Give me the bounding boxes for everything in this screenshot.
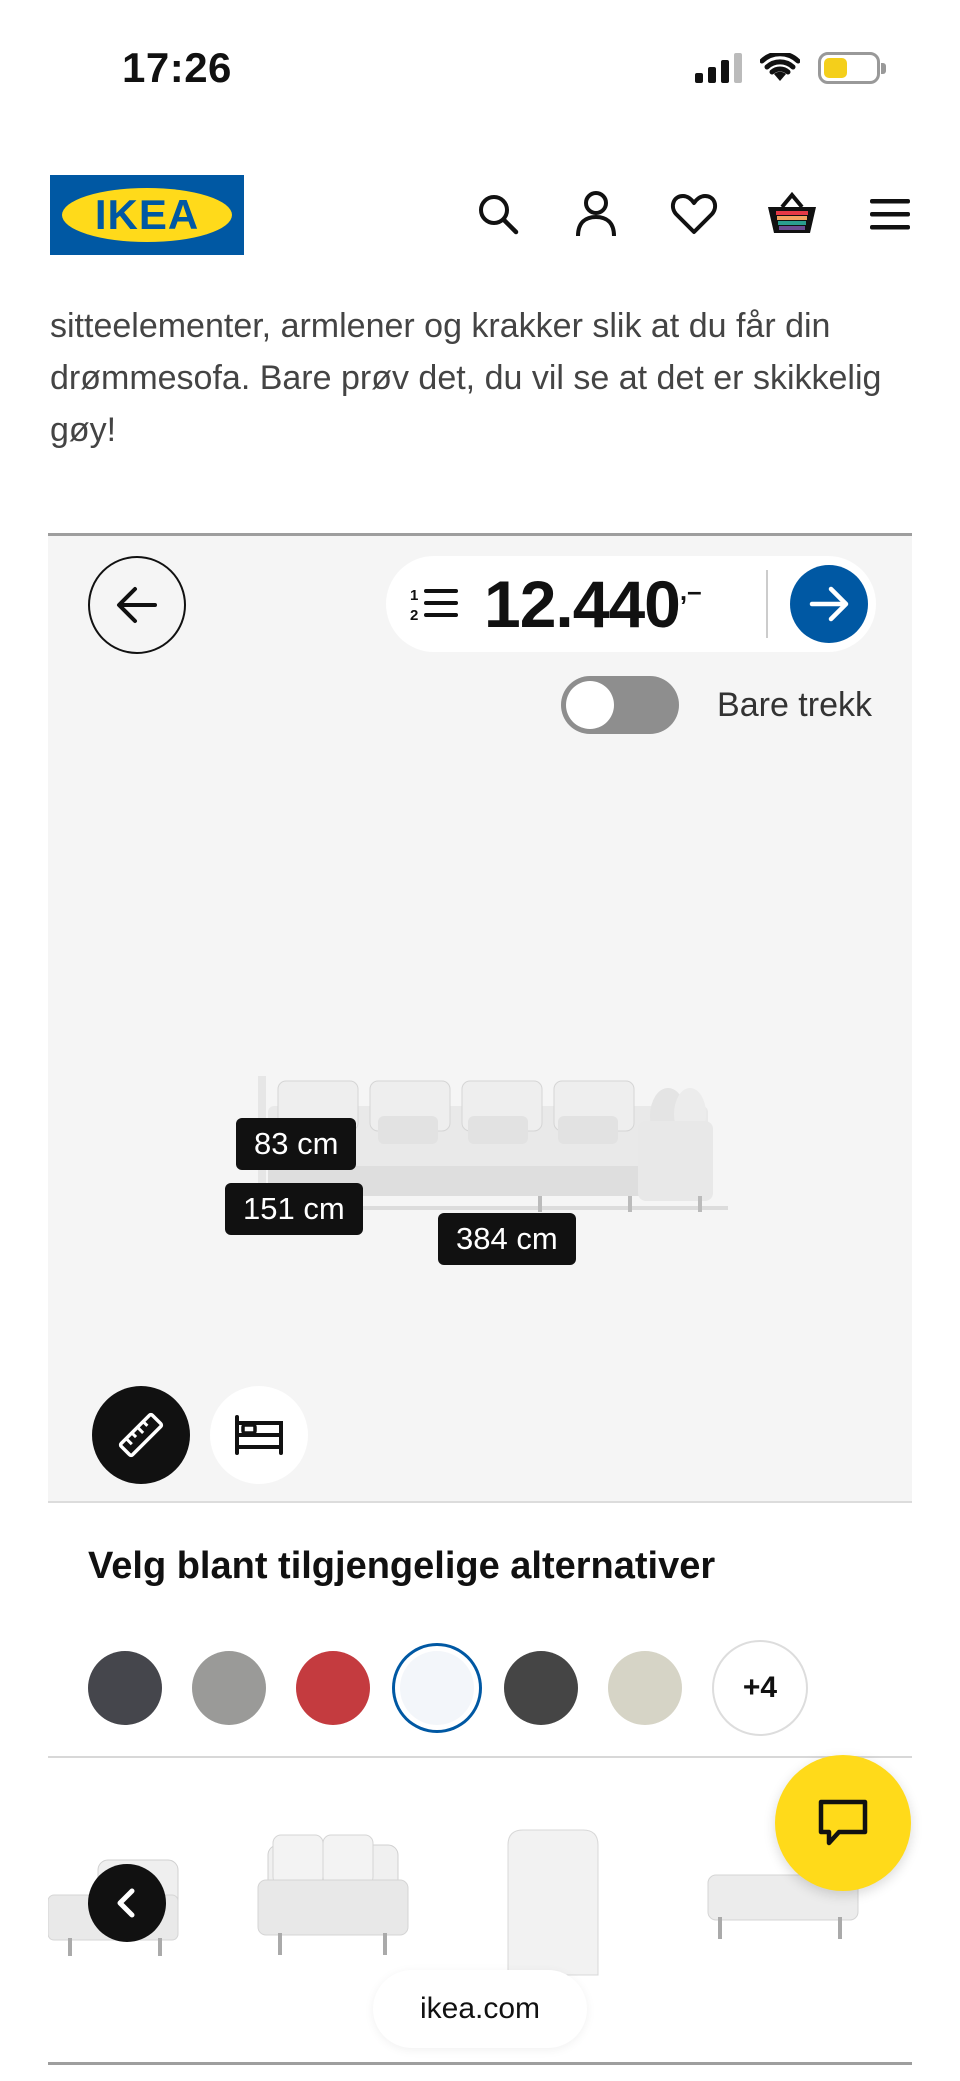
module-thumbnail[interactable] — [493, 1815, 613, 1995]
arrow-left-icon — [117, 587, 157, 623]
color-swatch[interactable] — [608, 1651, 682, 1725]
room-view-button[interactable] — [210, 1386, 308, 1484]
svg-text:1: 1 — [410, 587, 418, 604]
dimension-depth: 151 cm — [225, 1183, 363, 1235]
ruler-icon — [118, 1412, 164, 1458]
wifi-icon — [760, 53, 800, 81]
signal-icon — [695, 53, 742, 83]
chevron-left-icon — [117, 1888, 135, 1918]
price-suffix: ,– — [679, 576, 702, 606]
color-swatch[interactable] — [88, 1651, 162, 1725]
bed-icon — [235, 1415, 283, 1455]
covers-only-toggle[interactable] — [561, 676, 680, 734]
status-time: 17:26 — [122, 44, 232, 91]
status-icons — [695, 52, 886, 84]
total-price: 12.440 — [484, 567, 681, 641]
chat-button[interactable] — [775, 1755, 911, 1891]
menu-icon[interactable] — [864, 188, 916, 240]
continue-button[interactable] — [790, 565, 868, 643]
dimension-width: 384 cm — [438, 1213, 576, 1265]
divider — [766, 570, 768, 638]
browser-url-bar[interactable]: ikea.com — [373, 1970, 587, 2048]
color-swatches: +4 — [88, 1640, 808, 1736]
cart-icon[interactable] — [766, 188, 818, 240]
heart-icon[interactable] — [668, 188, 720, 240]
options-title: Velg blant tilgjengelige alternativer — [88, 1545, 716, 1587]
logo-text: IKEA — [94, 191, 200, 238]
module-thumbnail[interactable] — [248, 1825, 418, 1975]
toggle-label: Bare trekk — [717, 685, 872, 724]
divider — [48, 1756, 912, 1758]
numbered-list-icon: 1 2 — [410, 587, 458, 624]
color-swatch[interactable] — [504, 1651, 578, 1725]
arrow-right-icon — [809, 586, 849, 622]
dimension-height: 83 cm — [236, 1118, 357, 1170]
back-button[interactable] — [88, 556, 186, 654]
more-colors-button[interactable]: +4 — [712, 1640, 808, 1736]
price-summary[interactable]: 1 2 12.440 ,– — [386, 556, 876, 652]
divider — [48, 2062, 912, 2065]
sofa-preview[interactable]: 83 cm 151 cm 384 cm — [225, 1056, 768, 1265]
color-swatch[interactable] — [296, 1651, 370, 1725]
intro-paragraph: sitteelementer, armlener og krakker slik… — [50, 307, 882, 449]
search-icon[interactable] — [472, 188, 524, 240]
chat-icon — [818, 1799, 868, 1846]
carousel-prev-button[interactable] — [88, 1864, 166, 1942]
color-swatch[interactable] — [192, 1651, 266, 1725]
ikea-logo[interactable]: IKEA — [50, 175, 244, 255]
account-icon[interactable] — [570, 188, 622, 240]
color-swatch-selected[interactable] — [400, 1651, 474, 1725]
sofa-configurator: 1 2 12.440 ,– Bare trekk 83 cm 151 cm 38… — [48, 533, 912, 1503]
status-bar: 17:26 — [0, 0, 960, 130]
battery-icon — [818, 52, 886, 84]
site-header: IKEA — [0, 170, 960, 260]
svg-text:2: 2 — [410, 607, 418, 624]
measure-view-button[interactable] — [92, 1386, 190, 1484]
